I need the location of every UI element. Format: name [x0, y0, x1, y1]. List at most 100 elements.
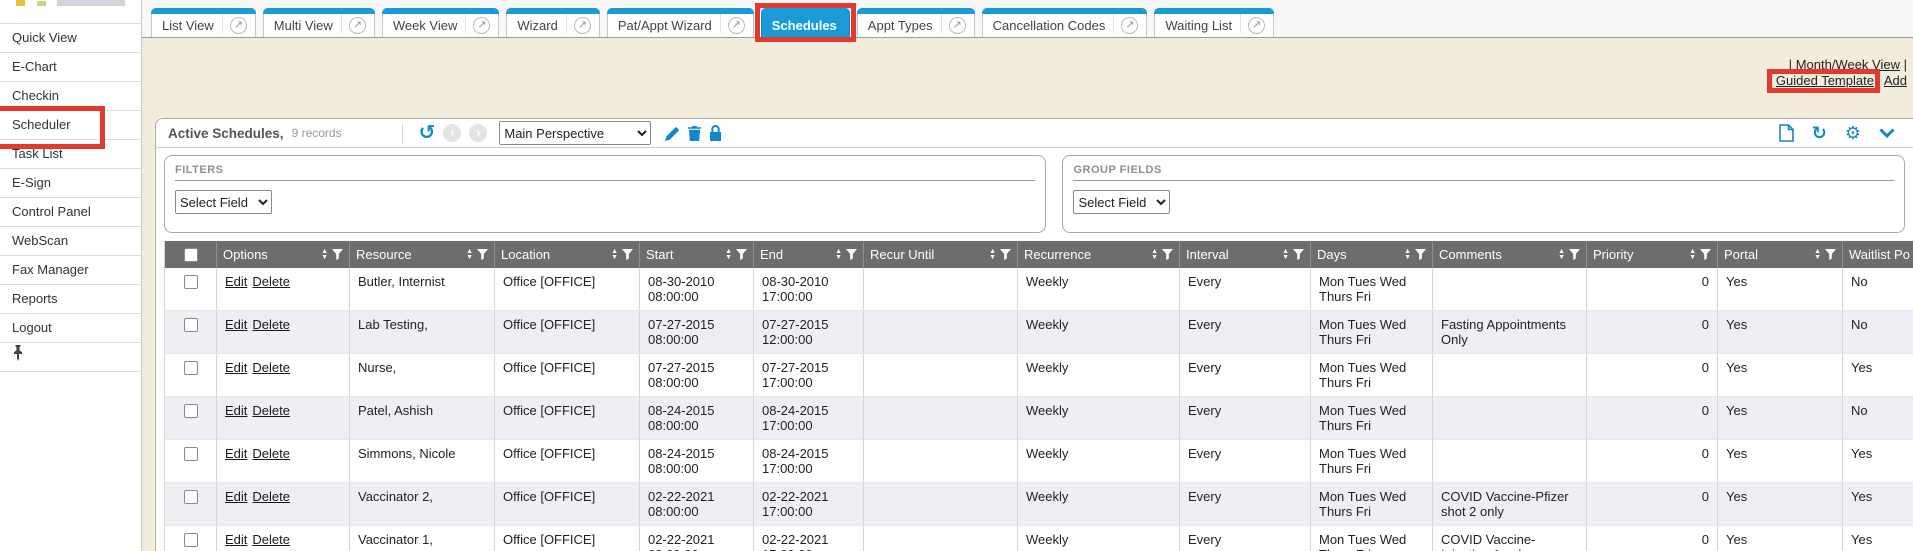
sort-icon[interactable]: ▲▼ [725, 249, 732, 260]
filter-funnel-icon[interactable] [622, 249, 633, 260]
sort-icon[interactable]: ▲▼ [1282, 249, 1289, 260]
filter-funnel-icon[interactable] [736, 249, 747, 260]
new-document-icon[interactable] [1779, 124, 1794, 142]
delete-link[interactable]: Delete [252, 403, 290, 418]
column-header-portal[interactable]: Portal▲▼ [1718, 241, 1843, 268]
trash-icon[interactable] [688, 126, 701, 141]
delete-link[interactable]: Delete [252, 446, 290, 461]
column-header-start[interactable]: Start▲▼ [640, 241, 754, 268]
column-header-comments[interactable]: Comments▲▼ [1433, 241, 1587, 268]
tab-waiting-list[interactable]: Waiting List↗ [1154, 8, 1274, 37]
column-header-interval[interactable]: Interval▲▼ [1180, 241, 1311, 268]
popout-icon[interactable]: ↗ [949, 17, 966, 34]
lock-icon[interactable] [709, 125, 722, 141]
chevron-down-icon[interactable] [1879, 128, 1895, 138]
delete-link[interactable]: Delete [252, 274, 290, 289]
filter-funnel-icon[interactable] [1162, 249, 1173, 260]
filter-funnel-icon[interactable] [332, 249, 343, 260]
row-checkbox[interactable] [184, 490, 198, 504]
sidebar-item-task-list[interactable]: Task List [0, 140, 141, 169]
edit-link[interactable]: Edit [225, 446, 247, 461]
tab-cancellation-codes[interactable]: Cancellation Codes↗ [982, 8, 1148, 37]
column-header-waitlist[interactable]: Waitlist Po▲▼ [1843, 241, 1913, 268]
filter-funnel-icon[interactable] [1000, 249, 1011, 260]
popout-icon[interactable]: ↗ [230, 17, 247, 34]
add-link[interactable]: Add [1884, 73, 1907, 88]
tab-schedules[interactable]: Schedules [761, 8, 850, 37]
sidebar-item-scheduler[interactable]: Scheduler [0, 111, 141, 140]
tab-pat-appt-wizard[interactable]: Pat/Appt Wizard↗ [607, 8, 754, 37]
column-header-days[interactable]: Days▲▼ [1311, 241, 1433, 268]
row-checkbox[interactable] [184, 447, 198, 461]
popout-icon[interactable]: ↗ [1248, 17, 1265, 34]
header-checkbox[interactable] [184, 248, 198, 262]
row-checkbox[interactable] [184, 533, 198, 547]
column-header-recurrence[interactable]: Recurrence▲▼ [1018, 241, 1180, 268]
sidebar-item-logout[interactable]: Logout [0, 314, 141, 343]
popout-icon[interactable]: ↗ [349, 17, 366, 34]
filter-funnel-icon[interactable] [477, 249, 488, 260]
sort-icon[interactable]: ▲▼ [1558, 249, 1565, 260]
sidebar-item-quick-view[interactable]: Quick View [0, 24, 141, 53]
sort-icon[interactable]: ▲▼ [321, 249, 328, 260]
sort-icon[interactable]: ▲▼ [1404, 249, 1411, 260]
delete-link[interactable]: Delete [252, 317, 290, 332]
sort-icon[interactable]: ▲▼ [611, 249, 618, 260]
sidebar-item-reports[interactable]: Reports [0, 285, 141, 314]
next-perspective-button[interactable]: › [469, 124, 487, 142]
sidebar-item-checkin[interactable]: Checkin [0, 82, 141, 111]
settings-gear-icon[interactable]: ⚙ [1845, 124, 1861, 142]
popout-icon[interactable]: ↗ [574, 17, 591, 34]
sort-icon[interactable]: ▲▼ [989, 249, 996, 260]
filter-funnel-icon[interactable] [1569, 249, 1580, 260]
perspective-select[interactable]: Main Perspective [499, 121, 651, 145]
edit-link[interactable]: Edit [225, 317, 247, 332]
sidebar-item-control-panel[interactable]: Control Panel [0, 198, 141, 227]
sidebar-item-e-chart[interactable]: E-Chart [0, 53, 141, 82]
month-week-view-link[interactable]: Month/Week View [1796, 57, 1900, 72]
sidebar-item-e-sign[interactable]: E-Sign [0, 169, 141, 198]
sort-icon[interactable]: ▲▼ [1689, 249, 1696, 260]
row-checkbox[interactable] [184, 404, 198, 418]
sidebar-item-webscan[interactable]: WebScan [0, 227, 141, 256]
filter-funnel-icon[interactable] [1415, 249, 1426, 260]
delete-link[interactable]: Delete [252, 489, 290, 504]
column-header-end[interactable]: End▲▼ [754, 241, 864, 268]
edit-pencil-icon[interactable] [665, 126, 680, 141]
row-checkbox[interactable] [184, 318, 198, 332]
sidebar-item-fax-manager[interactable]: Fax Manager [0, 256, 141, 285]
tab-wizard[interactable]: Wizard↗ [506, 8, 599, 37]
undo-icon[interactable]: ↺ [419, 123, 436, 143]
filter-funnel-icon[interactable] [846, 249, 857, 260]
edit-link[interactable]: Edit [225, 532, 247, 547]
sort-icon[interactable]: ▲▼ [835, 249, 842, 260]
sort-icon[interactable]: ▲▼ [1151, 249, 1158, 260]
tab-appt-types[interactable]: Appt Types↗ [857, 8, 975, 37]
column-header-resource[interactable]: Resource▲▼ [350, 241, 495, 268]
column-header-options[interactable]: Options▲▼ [217, 241, 350, 268]
column-header-priority[interactable]: Priority▲▼ [1587, 241, 1718, 268]
filter-funnel-icon[interactable] [1825, 249, 1836, 260]
filter-funnel-icon[interactable] [1700, 249, 1711, 260]
popout-icon[interactable]: ↗ [728, 17, 745, 34]
popout-icon[interactable]: ↗ [473, 17, 490, 34]
popout-icon[interactable]: ↗ [1121, 17, 1138, 34]
group-fields-select[interactable]: Select Field [1073, 190, 1170, 214]
delete-link[interactable]: Delete [252, 360, 290, 375]
column-header-recur_until[interactable]: Recur Until▲▼ [864, 241, 1018, 268]
edit-link[interactable]: Edit [225, 360, 247, 375]
sort-icon[interactable]: ▲▼ [1814, 249, 1821, 260]
filter-funnel-icon[interactable] [1293, 249, 1304, 260]
filters-field-select[interactable]: Select Field [175, 190, 272, 214]
row-checkbox[interactable] [184, 361, 198, 375]
row-checkbox[interactable] [184, 275, 198, 289]
prev-perspective-button[interactable]: ‹ [443, 124, 461, 142]
edit-link[interactable]: Edit [225, 274, 247, 289]
refresh-icon[interactable]: ↻ [1812, 124, 1827, 142]
edit-link[interactable]: Edit [225, 403, 247, 418]
sidebar-pin-button[interactable] [0, 343, 141, 372]
tab-week-view[interactable]: Week View↗ [382, 8, 500, 37]
guided-template-link[interactable]: Guided Template [1776, 73, 1874, 88]
tab-multi-view[interactable]: Multi View↗ [263, 8, 375, 37]
delete-link[interactable]: Delete [252, 532, 290, 547]
